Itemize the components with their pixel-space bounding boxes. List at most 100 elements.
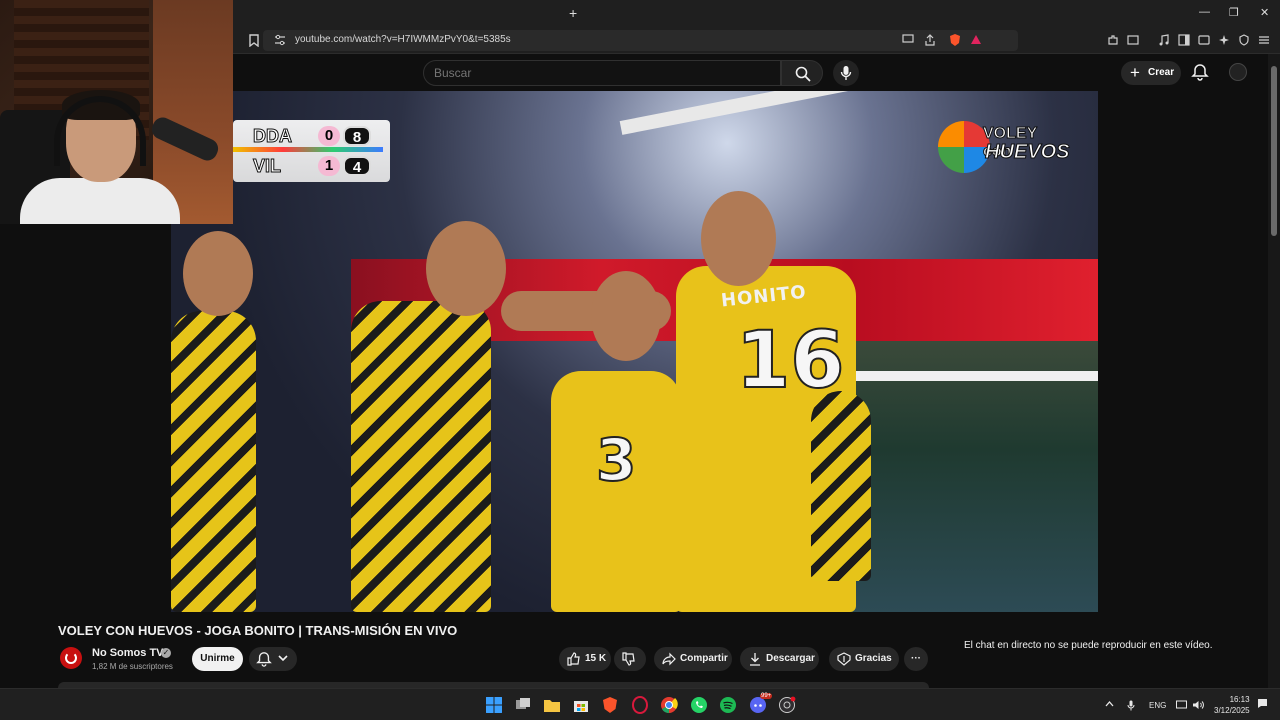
- scoreboard: DDA 0 8 VIL 1 4: [233, 120, 390, 182]
- score-points: 8: [343, 126, 371, 146]
- microphone-icon: [840, 66, 852, 80]
- system-clock[interactable]: 16:13 3/12/2025: [1214, 694, 1250, 716]
- share-arrow-icon: [662, 652, 676, 666]
- subscription-bell-button[interactable]: [249, 647, 297, 671]
- player-center-left-head: [426, 221, 506, 316]
- chrome-icon[interactable]: [660, 696, 678, 714]
- thanks-label: Gracias: [855, 653, 892, 664]
- microsoft-store-icon[interactable]: [572, 696, 590, 714]
- task-view-icon[interactable]: [514, 696, 532, 714]
- media-music-icon[interactable]: [1157, 34, 1171, 48]
- wallet-icon[interactable]: [1126, 34, 1140, 48]
- spotify-icon[interactable]: [719, 696, 737, 714]
- search-button[interactable]: [781, 60, 823, 86]
- super-thanks-icon: [837, 652, 851, 666]
- create-button[interactable]: + Crear: [1121, 61, 1181, 85]
- webcam-person-shirt: [20, 178, 180, 224]
- clock-date: 3/12/2025: [1214, 706, 1250, 715]
- windows-start-icon[interactable]: [485, 696, 503, 714]
- windows-taskbar: 99+ ENG 16:13 3/12/2025: [0, 688, 1280, 720]
- brave-rewards-icon[interactable]: [969, 33, 983, 47]
- share-label: Compartir: [680, 653, 728, 664]
- search-box[interactable]: [423, 60, 781, 86]
- share-page-icon[interactable]: [923, 34, 937, 48]
- new-tab-button[interactable]: +: [569, 5, 577, 21]
- logo-text-bottom: HUEVOS: [984, 141, 1070, 164]
- scoreboard-color-band: [233, 147, 383, 152]
- channel-avatar[interactable]: [60, 647, 82, 669]
- player-number-16-head: [701, 191, 776, 286]
- wallet-card-icon[interactable]: [1197, 34, 1211, 48]
- scoreboard-row: DDA 0 8: [233, 123, 390, 149]
- whatsapp-icon[interactable]: [690, 696, 708, 714]
- search-icon: [795, 66, 811, 82]
- input-language[interactable]: ENG: [1149, 701, 1166, 710]
- cast-icon[interactable]: [901, 34, 915, 48]
- thumbs-down-icon: [622, 652, 635, 666]
- thanks-button[interactable]: Gracias: [829, 647, 899, 671]
- dislike-button[interactable]: [614, 647, 646, 671]
- like-button[interactable]: 15 K: [559, 647, 611, 671]
- chevron-down-icon: [278, 655, 288, 662]
- page-scrollbar[interactable]: [1268, 54, 1280, 688]
- browser-tab-strip: + — ❐ ✕: [233, 0, 1280, 27]
- power-icon: [65, 652, 77, 664]
- channel-name[interactable]: No Somos TV: [92, 647, 164, 659]
- show-hidden-icons[interactable]: [1105, 700, 1114, 709]
- menu-icon[interactable]: [1257, 34, 1271, 48]
- more-actions-button[interactable]: ···: [904, 647, 928, 671]
- chat-disabled-notice: El chat en directo no se puede reproduci…: [964, 640, 1213, 651]
- score-sets: 1: [318, 156, 340, 176]
- url-text[interactable]: youtube.com/watch?v=H7IWMMzPvY0&t=5385s: [295, 34, 511, 45]
- youtube-header: + Crear: [233, 54, 1280, 91]
- create-label: Crear: [1148, 67, 1175, 78]
- player-center-left: [351, 301, 491, 612]
- download-button[interactable]: Descargar: [740, 647, 819, 671]
- minimize-button[interactable]: —: [1199, 6, 1210, 18]
- volume-icon[interactable]: [1192, 700, 1204, 712]
- clock-time: 16:13: [1229, 695, 1250, 704]
- leo-ai-icon[interactable]: [1217, 34, 1231, 48]
- close-window-button[interactable]: ✕: [1260, 6, 1269, 19]
- right-panel: [1098, 91, 1268, 612]
- site-settings-icon[interactable]: [273, 34, 287, 48]
- webcam-overlay: [0, 0, 233, 224]
- notifications-bell-icon[interactable]: [1191, 63, 1209, 81]
- bookmark-icon[interactable]: [247, 34, 261, 48]
- player-left: [171, 311, 256, 612]
- player-left-head: [183, 231, 253, 316]
- jersey-number-3: 3: [595, 425, 637, 495]
- subscriber-count: 1,82 M de suscriptores: [92, 662, 173, 671]
- score-points: 4: [343, 156, 371, 176]
- vpn-shield-icon[interactable]: [1237, 34, 1251, 48]
- brave-browser-icon[interactable]: [601, 696, 619, 714]
- sidebar-toggle-icon[interactable]: [1177, 34, 1191, 48]
- browser-address-bar: youtube.com/watch?v=H7IWMMzPvY0&t=5385s: [233, 27, 1280, 54]
- score-sets: 0: [318, 126, 340, 146]
- search-input[interactable]: [434, 66, 764, 80]
- voice-search-button[interactable]: [833, 60, 859, 86]
- thumbs-up-icon: [567, 652, 580, 666]
- verified-check-icon: ✓: [161, 648, 171, 658]
- share-button[interactable]: Compartir: [654, 647, 732, 671]
- account-avatar[interactable]: [1229, 63, 1247, 81]
- download-label: Descargar: [766, 653, 815, 664]
- network-icon[interactable]: [1176, 700, 1187, 712]
- player-right: [811, 391, 871, 581]
- scoreboard-row: VIL 1 4: [233, 153, 390, 179]
- microphone-tray-icon[interactable]: [1127, 700, 1135, 713]
- video-title: VOLEY CON HUEVOS - JOGA BONITO | TRANS-M…: [58, 623, 458, 638]
- opera-gx-icon[interactable]: [631, 696, 649, 714]
- extensions-icon[interactable]: [1106, 34, 1120, 48]
- brave-shield-icon[interactable]: [948, 33, 962, 47]
- maximize-button[interactable]: ❐: [1229, 6, 1239, 19]
- join-button[interactable]: Unirme: [192, 647, 243, 671]
- bell-icon: [256, 652, 272, 667]
- discord-notification-badge: 99+: [760, 693, 773, 699]
- scrollbar-thumb[interactable]: [1271, 66, 1277, 236]
- video-player[interactable]: 3 HONITO 16 DDA 0 8 VIL 1 4 VOLEY con HU…: [171, 91, 1098, 612]
- obs-icon[interactable]: [778, 696, 796, 714]
- notification-center-icon[interactable]: [1257, 698, 1268, 709]
- file-explorer-icon[interactable]: [543, 696, 561, 714]
- score-team-name: DDA: [253, 126, 293, 147]
